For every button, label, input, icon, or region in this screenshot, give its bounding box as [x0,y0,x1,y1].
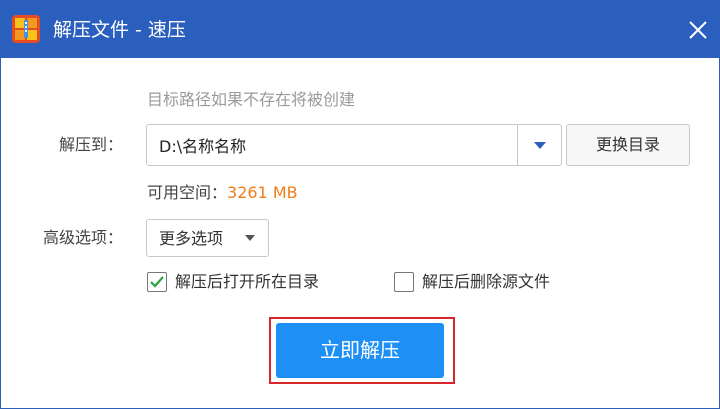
checkbox-checked[interactable] [147,272,167,292]
caret-down-icon [534,142,546,149]
free-space-label: 可用空间： [147,183,228,202]
path-hint: 目标路径如果不存在将被创建 [147,90,356,109]
caret-down-icon [245,235,255,241]
checkmark-icon [150,276,164,288]
title-bar[interactable]: 解压文件 - 速压 [1,1,719,58]
path-combobox[interactable] [146,124,562,166]
open-folder-label[interactable]: 解压后打开所在目录 [175,271,319,293]
speedzip-logo-icon [11,14,41,44]
change-directory-button[interactable]: 更换目录 [566,124,690,166]
more-options-dropdown[interactable]: 更多选项 [146,219,269,257]
extract-to-label: 解压到： [59,135,124,154]
open-folder-checkbox[interactable]: 解压后打开所在目录 [147,272,367,294]
path-dropdown-button[interactable] [517,125,561,165]
free-space: 可用空间：3261 MB [147,182,298,204]
delete-source-label[interactable]: 解压后删除源文件 [422,271,550,293]
extract-dialog: 解压文件 - 速压 目标路径如果不存在将被创建 解压到： 更换目录 可用空间：3… [0,0,720,409]
extract-now-button[interactable]: 立即解压 [276,323,444,378]
free-space-value: 3261 MB [227,183,298,202]
checkbox-unchecked[interactable] [394,272,414,292]
path-input[interactable] [147,125,519,165]
close-icon[interactable] [685,17,711,43]
more-options-label: 更多选项 [159,229,224,248]
delete-source-checkbox[interactable]: 解压后删除源文件 [394,272,594,294]
advanced-options-label: 高级选项： [43,228,124,247]
window-title: 解压文件 - 速压 [53,19,186,41]
